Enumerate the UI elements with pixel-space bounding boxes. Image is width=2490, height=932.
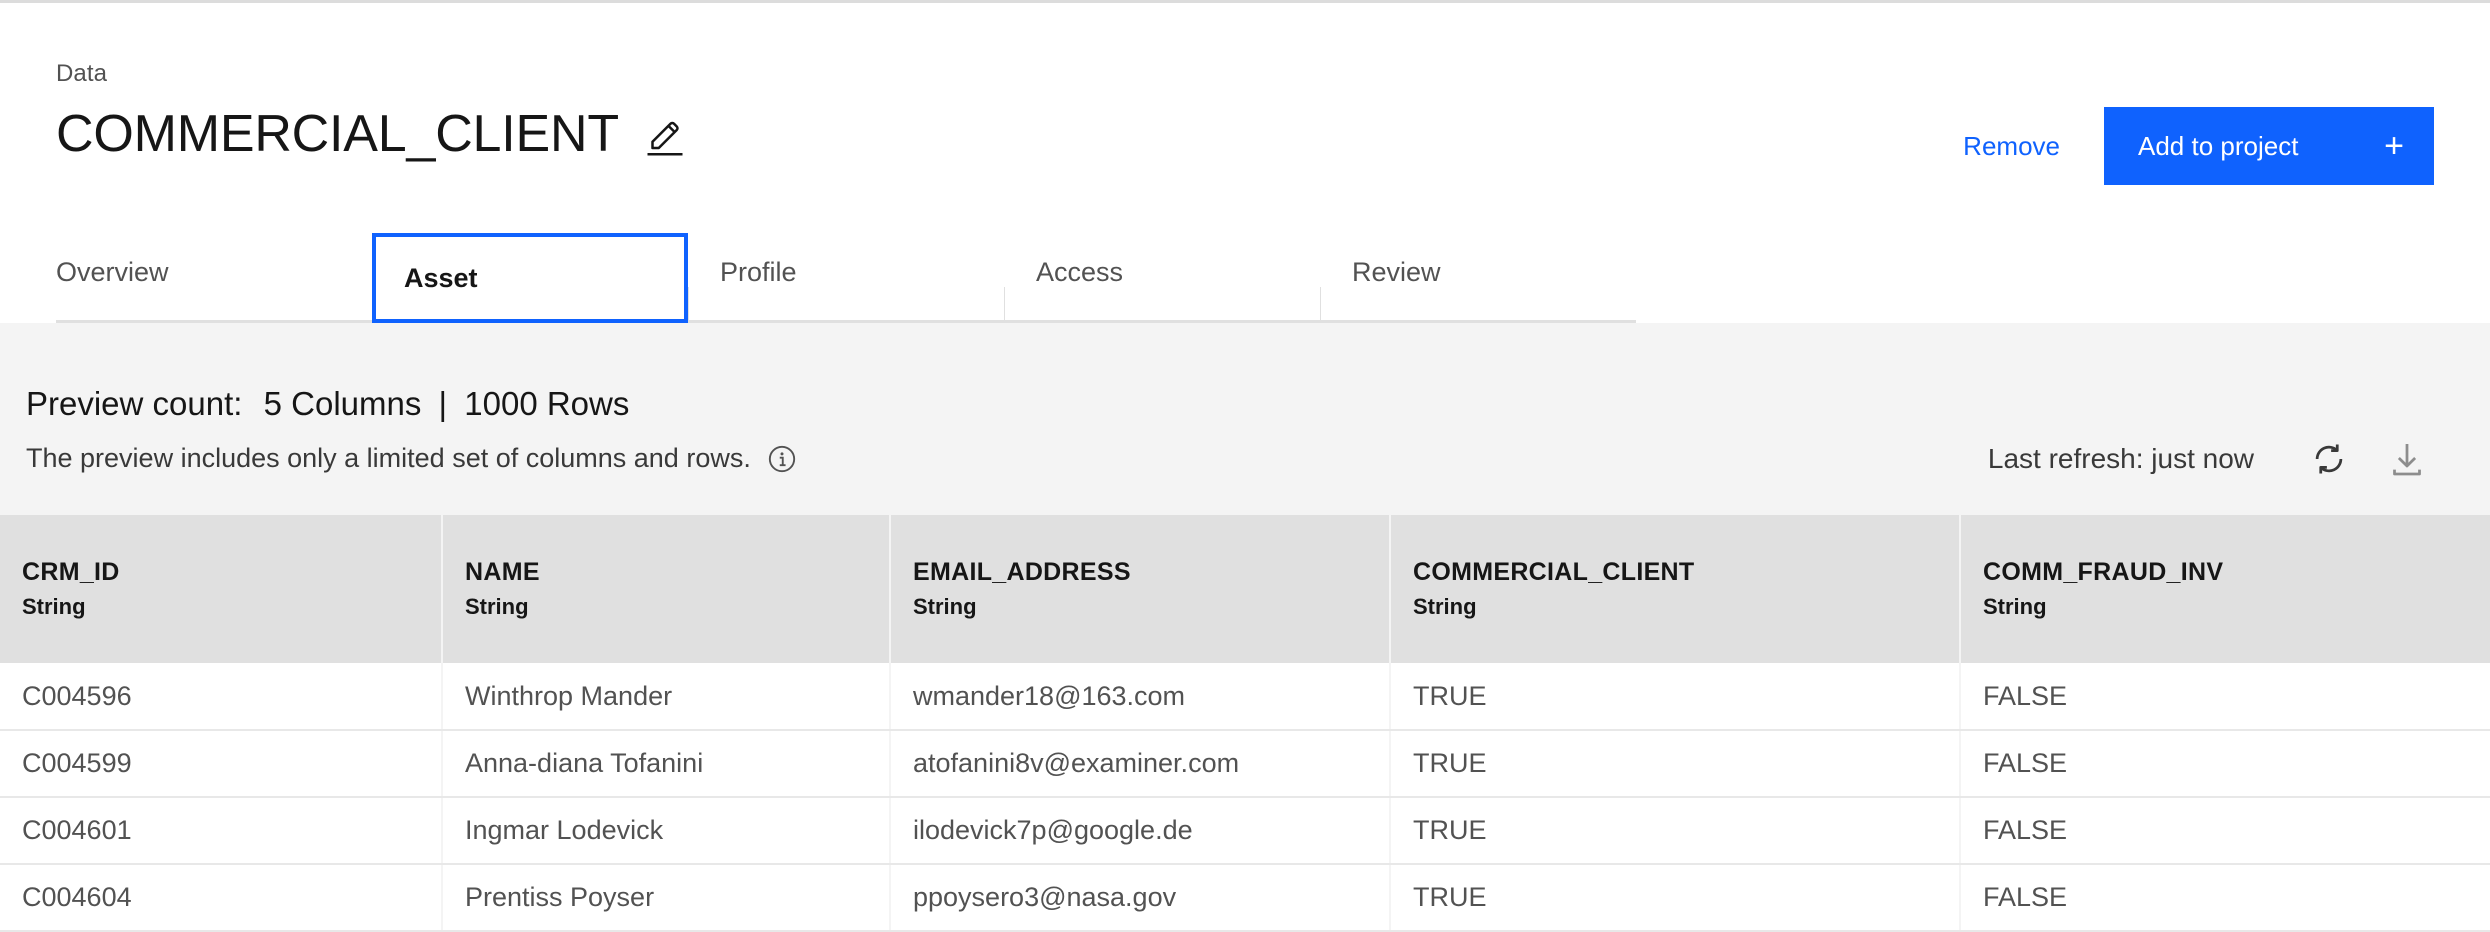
cell-comm-fraud-inv: FALSE (1960, 864, 2490, 932)
add-to-project-label: Add to project (2138, 130, 2299, 161)
preview-rows-count: 1000 Rows (464, 385, 630, 422)
column-name: COMMERCIAL_CLIENT (1413, 558, 1695, 587)
column-header-comm-fraud-inv[interactable]: COMM_FRAUD_INV String (1960, 515, 2490, 663)
data-preview-table-wrap: CRM_ID String NAME String EMAIL_ADDRESS … (0, 515, 2490, 932)
column-type: String (1413, 594, 1477, 620)
preview-columns-count: 5 Columns (263, 385, 422, 422)
download-button[interactable] (2368, 431, 2446, 487)
tab-review[interactable]: Review (1320, 225, 1636, 323)
tab-access[interactable]: Access (1004, 225, 1320, 323)
tab-profile[interactable]: Profile (688, 225, 1004, 323)
cell-comm-fraud-inv: FALSE (1960, 730, 2490, 798)
preview-actions: Last refresh: just now (1988, 431, 2446, 487)
table-row[interactable]: C004599 Anna-diana Tofanini atofanini8v@… (0, 730, 2490, 798)
cell-email-address: atofanini8v@examiner.com (890, 730, 1391, 798)
cell-email-address: ilodevick7p@google.de (890, 797, 1391, 865)
cell-commercial-client: TRUE (1390, 663, 1961, 731)
refresh-button[interactable] (2290, 431, 2368, 487)
tab-asset[interactable]: Asset (372, 233, 688, 323)
remove-button[interactable]: Remove (1919, 107, 2104, 185)
column-name: NAME (465, 558, 540, 587)
tab-asset-label: Asset (404, 262, 478, 293)
cell-commercial-client: TRUE (1390, 730, 1961, 798)
table-header-row: CRM_ID String NAME String EMAIL_ADDRESS … (0, 515, 2490, 663)
tab-bar: Overview Asset Profile Access Review (0, 225, 1636, 323)
column-name: EMAIL_ADDRESS (913, 558, 1131, 587)
plus-icon: + (2384, 127, 2404, 165)
data-preview-table: CRM_ID String NAME String EMAIL_ADDRESS … (0, 515, 2490, 932)
last-refresh-text: Last refresh: just now (1987, 443, 2254, 474)
column-type: String (913, 594, 977, 620)
table-row[interactable]: C004601 Ingmar Lodevick ilodevick7p@goog… (0, 797, 2490, 865)
refresh-icon (2315, 444, 2343, 474)
column-type: String (1983, 594, 2047, 620)
tab-overview[interactable]: Overview (56, 225, 372, 323)
cell-crm-id: C004601 (0, 797, 443, 865)
cell-email-address: ppoysero3@nasa.gov (890, 864, 1391, 932)
info-icon[interactable] (767, 444, 797, 474)
preview-count-separator: | (438, 385, 448, 422)
tab-access-label: Access (1036, 257, 1124, 287)
cell-commercial-client: TRUE (1390, 864, 1961, 932)
asset-preview-page: Data COMMERCIAL_CLIENT Remove Add to pro… (0, 0, 2490, 932)
column-name: CRM_ID (22, 558, 120, 587)
cell-comm-fraud-inv: FALSE (1960, 797, 2490, 865)
cell-name: Ingmar Lodevick (442, 797, 891, 865)
tab-review-label: Review (1352, 257, 1441, 287)
cell-comm-fraud-inv: FALSE (1960, 663, 2490, 731)
preview-subtitle: The preview includes only a limited set … (26, 443, 751, 473)
add-to-project-button[interactable]: Add to project + (2104, 107, 2434, 185)
column-name: COMM_FRAUD_INV (1983, 558, 2224, 587)
preview-subtitle-row: The preview includes only a limited set … (26, 443, 797, 474)
column-header-name[interactable]: NAME String (442, 515, 891, 663)
tab-overview-label: Overview (56, 257, 169, 287)
cell-crm-id: C004599 (0, 730, 443, 798)
breadcrumb: Data (56, 60, 108, 87)
cell-email-address: wmander18@163.com (890, 663, 1391, 731)
cell-commercial-client: TRUE (1390, 797, 1961, 865)
tab-profile-label: Profile (720, 257, 797, 287)
cell-name: Anna-diana Tofanini (442, 730, 891, 798)
table-row[interactable]: C004604 Prentiss Poyser ppoysero3@nasa.g… (0, 864, 2490, 932)
page-header: Data COMMERCIAL_CLIENT Remove Add to pro… (0, 3, 2490, 225)
header-actions: Remove Add to project + (1919, 107, 2434, 185)
table-body: C004596 Winthrop Mander wmander18@163.co… (0, 663, 2490, 932)
column-header-crm-id[interactable]: CRM_ID String (0, 515, 443, 663)
cell-name: Winthrop Mander (442, 663, 891, 731)
title-row: COMMERCIAL_CLIENT (56, 108, 685, 160)
cell-crm-id: C004604 (0, 864, 443, 932)
cell-name: Prentiss Poyser (442, 864, 891, 932)
page-title: COMMERCIAL_CLIENT (56, 105, 619, 163)
table-row[interactable]: C004596 Winthrop Mander wmander18@163.co… (0, 663, 2490, 731)
cell-crm-id: C004596 (0, 663, 443, 731)
column-type: String (465, 594, 529, 620)
column-type: String (22, 594, 86, 620)
pencil-edit-icon[interactable] (645, 118, 685, 158)
download-icon (2393, 444, 2421, 476)
column-header-email-address[interactable]: EMAIL_ADDRESS String (890, 515, 1391, 663)
preview-info-bar: Preview count: 5 Columns | 1000 Rows The… (0, 323, 2490, 515)
preview-count-label: Preview count: (26, 385, 243, 422)
preview-count: Preview count: 5 Columns | 1000 Rows (26, 385, 629, 423)
column-header-commercial-client[interactable]: COMMERCIAL_CLIENT String (1390, 515, 1961, 663)
